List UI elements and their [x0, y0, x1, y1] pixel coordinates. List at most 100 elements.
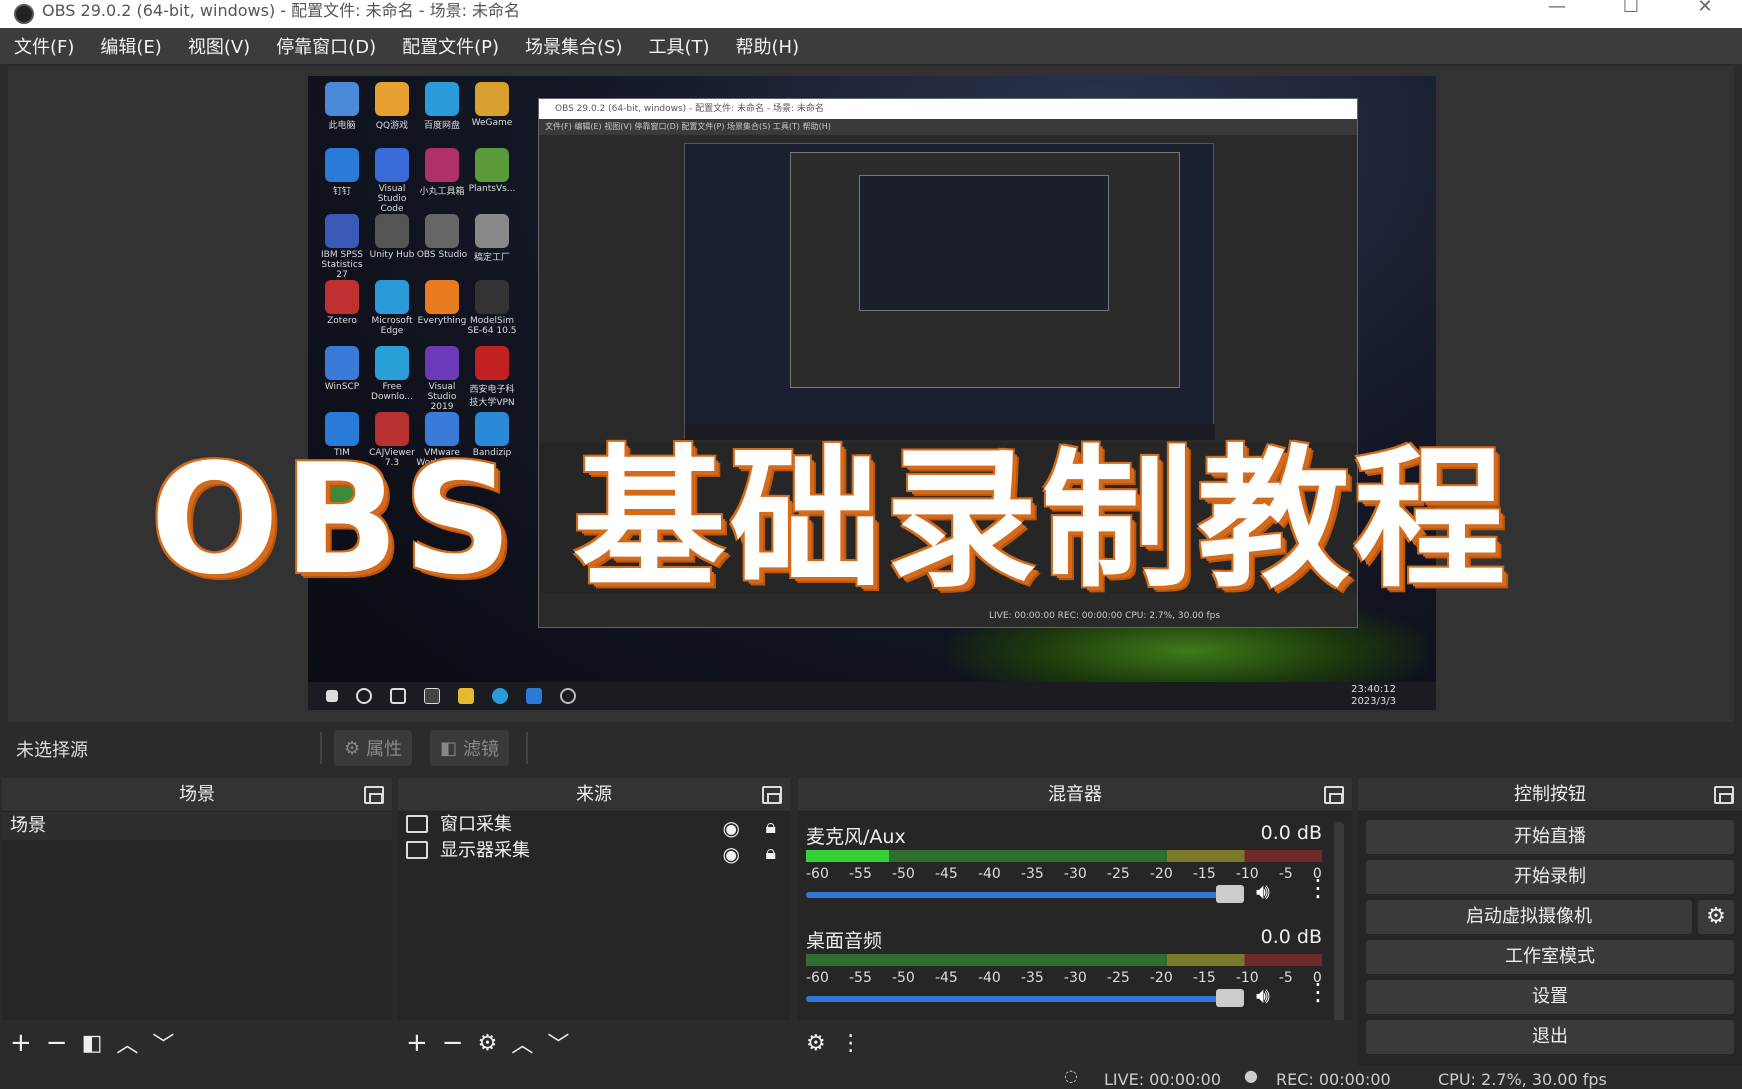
nested-preview-level3 — [859, 175, 1109, 311]
sources-footer: + − ⚙ ︿ ﹀ — [398, 1020, 790, 1066]
remove-icon[interactable]: − — [442, 1028, 464, 1058]
meter-ticks: -60 -55 -50 -45 -40 -35 -30 -25 -20 -15 -10 -5 0 — [806, 970, 1322, 986]
properties-label: 属性 — [366, 739, 403, 760]
undock-icon[interactable] — [1714, 786, 1734, 804]
start-virtual-camera-button[interactable]: 启动虚拟摄像机 — [1366, 900, 1692, 934]
maximize-button[interactable]: ☐ — [1596, 0, 1666, 28]
nested-preview-level2 — [790, 152, 1180, 388]
desktop-icon-label: WinSCP — [324, 382, 360, 392]
tick-label: -15 — [1192, 970, 1216, 986]
scene-item[interactable]: 场景 — [2, 812, 392, 840]
tick-label: -15 — [1192, 866, 1216, 882]
desktop-icon-label: Everything — [417, 316, 467, 326]
nested-menu-bar: 文件(F) 编辑(E) 视图(V) 停靠窗口(D) 配置文件(P) 场景集合(S… — [539, 119, 1357, 135]
desktop-icon-label: QQ游戏 — [375, 121, 409, 131]
tick-label: -35 — [1020, 866, 1044, 882]
volume-slider[interactable] — [806, 885, 1244, 903]
desktop-icon-label: Unity Hub — [369, 250, 415, 260]
speaker-icon[interactable]: 🔊︎ — [1256, 880, 1270, 905]
sources-dock: 来源 窗口采集 ◉ 🔒︎ 显示器采集 ◉ 🔒︎ + − ⚙ ︿ ﹀ — [398, 778, 790, 1066]
start-streaming-button[interactable]: 开始直播 — [1366, 820, 1734, 854]
properties-button[interactable]: ⚙ 属性 — [334, 730, 413, 766]
clock-time: 23:40:12 — [1351, 684, 1396, 695]
add-icon[interactable]: + — [406, 1028, 428, 1058]
app-icon — [375, 82, 409, 116]
exit-button[interactable]: 退出 — [1366, 1020, 1734, 1054]
app-icon — [325, 82, 359, 116]
tick-label: -20 — [1149, 970, 1173, 986]
desktop-icon-label: Microsoft Edge — [371, 316, 413, 336]
slider-handle[interactable] — [1216, 885, 1244, 903]
menu-bar: 文件(F) 编辑(E) 视图(V) 停靠窗口(D) 配置文件(P) 场景集合(S… — [0, 28, 1742, 64]
filter-icon[interactable]: ◧ — [82, 1031, 103, 1056]
window-title: OBS 29.0.2 (64-bit, windows) - 配置文件: 未命名… — [42, 1, 521, 20]
app-icon — [375, 214, 409, 248]
app-icon — [375, 280, 409, 314]
tick-label: -40 — [977, 866, 1001, 882]
channel-name: 麦克风/Aux — [806, 826, 906, 848]
tick-label: -25 — [1106, 970, 1130, 986]
volume-slider[interactable] — [806, 989, 1244, 1007]
filters-label: 滤镜 — [463, 739, 500, 760]
visibility-eye-icon[interactable]: ◉ — [723, 841, 740, 867]
menu-help[interactable]: 帮助(H) — [736, 33, 800, 59]
source-item[interactable]: 窗口采集 ◉ 🔒︎ — [398, 812, 790, 840]
app-icon — [325, 148, 359, 182]
move-up-icon[interactable]: ︿ — [116, 1027, 138, 1059]
obs-logo-icon — [14, 4, 34, 24]
no-source-label: 未选择源 — [16, 740, 88, 761]
desktop-icon: Visual Studio 2019 — [416, 346, 468, 412]
start-recording-button[interactable]: 开始录制 — [1366, 860, 1734, 894]
desktop-icon-label: Visual Studio 2019 — [427, 382, 457, 412]
menu-edit[interactable]: 编辑(E) — [100, 33, 161, 59]
virtual-camera-settings-gear-icon[interactable]: ⚙ — [1698, 900, 1734, 934]
menu-view[interactable]: 视图(V) — [188, 33, 250, 59]
speaker-icon[interactable]: 🔊︎ — [1256, 984, 1270, 1009]
mixer-title: 混音器 — [1048, 784, 1102, 805]
desktop-icon-label: Zotero — [327, 316, 357, 326]
desktop-icon-label: 稿定工厂 — [473, 253, 510, 263]
undock-icon[interactable] — [1324, 786, 1344, 804]
move-down-icon[interactable]: ﹀ — [152, 1027, 174, 1059]
volume-meter — [806, 954, 1322, 966]
preview-canvas[interactable]: 此电脑 QQ游戏 百度网盘 WeGame 钉钉 Visual Studio Code 小丸工… — [308, 76, 1436, 710]
menu-scene-collection[interactable]: 场景集合(S) — [525, 33, 622, 59]
advanced-audio-gear-icon[interactable]: ⚙ — [806, 1031, 826, 1056]
video-overlay-title: OBS 基础录制教程 — [150, 431, 1510, 608]
menu-profile[interactable]: 配置文件(P) — [402, 33, 499, 59]
slider-handle[interactable] — [1216, 989, 1244, 1007]
nested-preview — [684, 143, 1215, 440]
mixer-scrollbar[interactable] — [1334, 822, 1344, 1022]
remove-icon[interactable]: − — [46, 1028, 68, 1058]
settings-button[interactable]: 设置 — [1366, 980, 1734, 1014]
studio-mode-button[interactable]: 工作室模式 — [1366, 940, 1734, 974]
app-icon — [425, 82, 459, 116]
edge-icon — [492, 688, 508, 704]
meter-ticks: -60 -55 -50 -45 -40 -35 -30 -25 -20 -15 -10 -5 0 — [806, 866, 1322, 882]
add-icon[interactable]: + — [10, 1028, 32, 1058]
lock-icon[interactable]: 🔒︎ — [765, 839, 776, 865]
source-item[interactable]: 显示器采集 ◉ 🔒︎ — [398, 838, 790, 867]
gear-icon[interactable]: ⚙ — [478, 1031, 498, 1056]
channel-menu-dots-icon[interactable]: ⋮ — [1306, 876, 1330, 900]
move-down-icon[interactable]: ﹀ — [547, 1027, 569, 1059]
menu-tools[interactable]: 工具(T) — [648, 33, 709, 59]
channel-menu-dots-icon[interactable]: ⋮ — [1306, 980, 1330, 1004]
undock-icon[interactable] — [762, 786, 782, 804]
lock-icon[interactable]: 🔒︎ — [765, 813, 776, 839]
close-button[interactable]: ✕ — [1670, 0, 1740, 28]
mixer-dock: 混音器 麦克风/Aux 0.0 dB -60 -55 -50 -45 -40 -35 -30 -2… — [798, 778, 1352, 1066]
move-up-icon[interactable]: ︿ — [511, 1027, 533, 1059]
desktop-icon-label: PlantsVs... — [468, 184, 516, 194]
tick-label: -25 — [1106, 866, 1130, 882]
live-status: LIVE: 00:00:00 — [1104, 1070, 1222, 1089]
minimize-button[interactable]: — — [1522, 0, 1592, 28]
start-icon — [326, 690, 338, 702]
app-icon — [425, 148, 459, 182]
mixer-menu-dots-icon[interactable]: ⋮ — [840, 1031, 862, 1056]
filters-button[interactable]: ◧ 滤镜 — [430, 730, 510, 766]
menu-file[interactable]: 文件(F) — [14, 33, 74, 59]
menu-docks[interactable]: 停靠窗口(D) — [276, 33, 376, 59]
cpu-status: CPU: 2.7%, 30.00 fps — [1438, 1070, 1607, 1089]
undock-icon[interactable] — [364, 786, 384, 804]
